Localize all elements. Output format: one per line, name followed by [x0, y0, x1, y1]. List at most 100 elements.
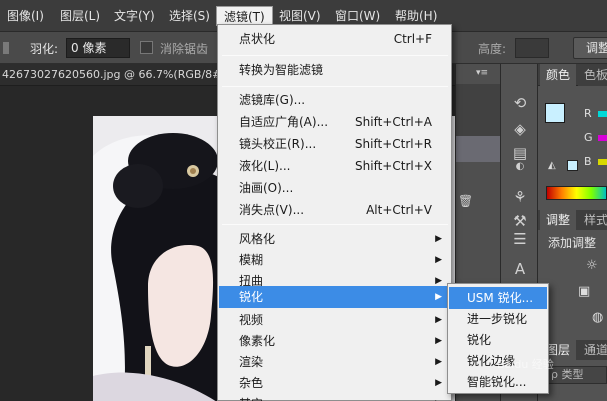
submenu-arrow-icon: ▶: [435, 234, 442, 244]
menu-item-label: 镜头校正(R)...: [239, 137, 317, 151]
clone-source-icon[interactable]: ☰: [511, 230, 529, 248]
tab-styles[interactable]: 样式: [578, 210, 607, 230]
menu-item-oil-paint[interactable]: 油画(O)...: [219, 177, 450, 199]
submenu-item-smart-sharpen[interactable]: 智能锐化...: [449, 371, 547, 393]
filter-menu: 点状化 Ctrl+F 转换为智能滤镜 滤镜库(G)... 自适应广角(A)...…: [217, 24, 452, 401]
options-grip[interactable]: [3, 42, 9, 54]
background-color-swatch[interactable]: [567, 160, 578, 171]
layer-filter-type[interactable]: ρ 类型: [548, 366, 607, 384]
menu-separator: [222, 86, 448, 87]
color-panel-tabs: 颜色 色板: [538, 64, 607, 86]
menu-separator: [222, 55, 448, 56]
menu-item-label: 锐化: [239, 290, 264, 304]
menu-item-label: 像素化: [239, 334, 276, 348]
height-label: 高度:: [478, 42, 507, 56]
adjustments-panel-tabs: 调整 样式: [538, 210, 607, 230]
menu-item-shortcut: Shift+Ctrl+A: [355, 115, 432, 129]
height-input[interactable]: [515, 38, 549, 58]
menu-item-shortcut: Shift+Ctrl+X: [355, 159, 432, 173]
trash-icon[interactable]: 🗑: [458, 194, 473, 208]
menu-item-label: 消失点(V)...: [239, 203, 305, 217]
channel-mixer-icon[interactable]: ◍: [592, 310, 603, 325]
menu-layer[interactable]: 图层(L): [53, 6, 107, 26]
submenu-arrow-icon: ▶: [435, 357, 442, 367]
menu-item-label: 液化(L)...: [239, 159, 291, 173]
history-icon[interactable]: ⟲: [511, 94, 529, 112]
menu-item-render[interactable]: 渲染 ▶: [219, 351, 450, 373]
menu-window[interactable]: 窗口(W): [328, 6, 387, 26]
feather-input[interactable]: 0 像素: [66, 38, 130, 58]
menu-image[interactable]: 图像(I): [0, 6, 51, 26]
watermark-text: Baidu 经验: [497, 358, 554, 371]
submenu-arrow-icon: ▶: [435, 336, 442, 346]
menu-item-stylize[interactable]: 风格化 ▶: [219, 228, 450, 250]
menu-item-sharpen[interactable]: 锐化 ▶: [219, 286, 450, 308]
sharpen-submenu: USM 锐化... 进一步锐化 锐化 锐化边缘 智能锐化...: [447, 283, 549, 394]
submenu-item-sharpen[interactable]: 锐化: [449, 329, 547, 351]
tab-channels[interactable]: 通道: [578, 340, 607, 360]
menu-item-blur[interactable]: 模糊 ▶: [219, 249, 450, 271]
menu-item-label: 视频: [239, 313, 264, 327]
submenu-arrow-icon: ▶: [435, 378, 442, 388]
layer-thumbnail[interactable]: [456, 136, 501, 162]
antialias-checkbox[interactable]: [140, 41, 153, 54]
3d-icon[interactable]: ◈: [511, 120, 529, 138]
menu-select[interactable]: 选择(S): [162, 6, 217, 26]
menu-item-vanishing-point[interactable]: 消失点(V)... Alt+Ctrl+V: [219, 199, 450, 221]
channel-r-slider[interactable]: [598, 111, 607, 117]
menu-item-label: 自适应广角(A)...: [239, 115, 329, 129]
refine-edge-button[interactable]: 调整: [573, 37, 607, 59]
brightness-icon[interactable]: ☼: [586, 258, 598, 273]
menu-item-label: 模糊: [239, 253, 264, 267]
menu-item-shortcut: Alt+Ctrl+V: [366, 203, 432, 217]
menu-item-video[interactable]: 视频 ▶: [219, 309, 450, 331]
tab-swatches[interactable]: 色板: [578, 64, 607, 86]
add-adjustment-label: 添加调整: [548, 236, 597, 250]
menu-item-pixelate[interactable]: 像素化 ▶: [219, 330, 450, 352]
menu-item-liquify[interactable]: 液化(L)... Shift+Ctrl+X: [219, 155, 450, 177]
vibrance-icon[interactable]: ▣: [578, 284, 590, 299]
menu-view[interactable]: 视图(V): [272, 6, 328, 26]
menu-item-label: 滤镜库(G)...: [239, 93, 306, 107]
menu-item-label: 油画(O)...: [239, 181, 294, 195]
brush-preset-icon[interactable]: ⚘: [511, 188, 529, 206]
menu-item-shortcut: Ctrl+F: [393, 32, 432, 46]
menu-item-label: 杂色: [239, 376, 264, 390]
menu-separator: [222, 224, 448, 225]
menu-item-last-filter[interactable]: 点状化 Ctrl+F: [219, 28, 450, 50]
submenu-arrow-icon: ▶: [435, 255, 442, 265]
document-title: 42673027620560.jpg @ 66.7%(RGB/8#): [2, 68, 226, 81]
menu-type[interactable]: 文字(Y): [107, 6, 162, 26]
gamut-warning-icon: ◭: [548, 160, 556, 171]
menu-filter[interactable]: 滤镜(T): [216, 6, 273, 26]
panel-menu-icon[interactable]: ▾≡: [476, 68, 488, 78]
menu-item-other[interactable]: 其它 ▶: [219, 393, 450, 401]
menu-item-label: 渲染: [239, 355, 264, 369]
channel-b-slider[interactable]: [598, 159, 607, 165]
character-icon[interactable]: A: [511, 260, 529, 278]
color-spectrum-bar[interactable]: [546, 186, 607, 200]
menu-item-noise[interactable]: 杂色 ▶: [219, 372, 450, 394]
menu-item-shortcut: Shift+Ctrl+R: [354, 137, 432, 151]
menu-item-adaptive-wide-angle[interactable]: 自适应广角(A)... Shift+Ctrl+A: [219, 111, 450, 133]
foreground-color-swatch[interactable]: [545, 103, 565, 123]
tab-color[interactable]: 颜色: [540, 64, 577, 86]
layer-filter-label: 类型: [561, 368, 584, 381]
channel-r-label: R: [584, 107, 592, 120]
tool-preset-icon[interactable]: ⚒: [511, 212, 529, 230]
submenu-item-unsharp-mask[interactable]: USM 锐化...: [449, 287, 547, 309]
menu-item-filter-gallery[interactable]: 滤镜库(G)...: [219, 89, 450, 111]
menu-item-label: 其它: [239, 393, 263, 401]
submenu-arrow-icon: ▶: [435, 292, 442, 302]
menu-help[interactable]: 帮助(H): [388, 6, 444, 26]
channel-g-slider[interactable]: [598, 135, 607, 141]
menu-item-convert-smart-filter[interactable]: 转换为智能滤镜: [219, 59, 450, 81]
submenu-arrow-icon: ▶: [435, 315, 442, 325]
tab-adjustments[interactable]: 调整: [540, 210, 577, 230]
antialias-label: 消除锯齿: [160, 42, 209, 56]
feather-label: 羽化:: [30, 42, 59, 56]
navigator-icon[interactable]: ◐: [511, 158, 529, 176]
submenu-item-sharpen-more[interactable]: 进一步锐化: [449, 308, 547, 330]
menu-item-lens-correction[interactable]: 镜头校正(R)... Shift+Ctrl+R: [219, 133, 450, 155]
channel-g-label: G: [584, 131, 593, 144]
